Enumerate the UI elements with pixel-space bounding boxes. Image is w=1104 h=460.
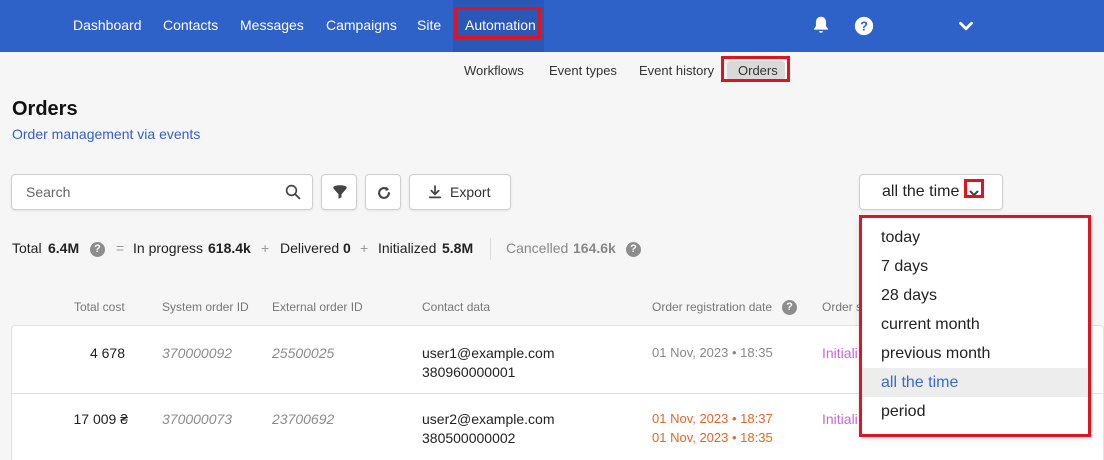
stat-equals: = — [116, 240, 125, 256]
cell-contact-phone: 380960000001 — [422, 364, 516, 380]
cell-contact-email: user1@example.com — [422, 345, 555, 361]
subnav-workflows[interactable]: Workflows — [464, 62, 524, 80]
subnav-event-history[interactable]: Event history — [639, 62, 714, 80]
period-option-current-month[interactable]: current month — [862, 310, 1088, 339]
page-title: Orders — [12, 98, 78, 120]
nav-contacts[interactable]: Contacts — [163, 0, 218, 52]
period-option-previous-month[interactable]: previous month — [862, 339, 1088, 368]
cell-system-order-id: 370000092 — [162, 345, 233, 361]
help-icon[interactable]: ? — [782, 300, 797, 315]
column-header-external-order-id[interactable]: External order ID — [272, 300, 363, 314]
export-label: Export — [450, 184, 491, 200]
period-option-28-days[interactable]: 28 days — [862, 281, 1088, 310]
stat-plus-2: + — [360, 240, 369, 256]
nav-dashboard[interactable]: Dashboard — [73, 0, 142, 52]
help-icon[interactable]: ? — [853, 15, 875, 37]
cell-contact-phone: 380500000002 — [422, 430, 516, 446]
help-icon[interactable]: ? — [626, 242, 641, 257]
stat-cancelled-label: Cancelled — [506, 240, 569, 256]
period-dropdown-menu: today 7 days 28 days current month previ… — [862, 218, 1088, 434]
period-option-all-the-time[interactable]: all the time — [862, 368, 1088, 397]
stat-initialized-value: 5.8M — [442, 240, 474, 256]
cell-order-status: Initiali — [822, 411, 858, 427]
column-header-total-cost[interactable]: Total cost — [74, 300, 125, 314]
top-nav-bar: Dashboard Contacts Messages Campaigns Si… — [0, 0, 1104, 52]
chevron-down-icon[interactable] — [968, 187, 980, 199]
export-button[interactable]: Export — [409, 174, 511, 210]
nav-site[interactable]: Site — [417, 0, 441, 52]
period-option-period[interactable]: period — [862, 397, 1088, 426]
stat-delivered-label: Delivered — [280, 240, 340, 256]
search-box — [11, 174, 313, 210]
refresh-button[interactable] — [365, 174, 401, 210]
cell-external-order-id: 25500025 — [272, 345, 335, 361]
column-header-registration-date[interactable]: Order registration date — [652, 300, 772, 314]
nav-campaigns[interactable]: Campaigns — [326, 0, 397, 52]
download-icon — [428, 185, 442, 199]
page-subtitle: Order management via events — [12, 126, 201, 142]
stat-total-value: 6.4M — [48, 240, 80, 256]
filter-button[interactable] — [321, 174, 357, 210]
cell-external-order-id: 23700692 — [272, 411, 335, 427]
svg-text:?: ? — [860, 19, 868, 34]
refresh-icon — [378, 186, 390, 199]
stat-in-progress-value: 618.4k — [208, 240, 251, 256]
cell-registration-date: 01 Nov, 2023 • 18:35 — [652, 345, 773, 360]
period-select-value: all the time — [882, 183, 960, 200]
column-header-order-status[interactable]: Order s — [822, 300, 862, 314]
cell-contact-email: user2@example.com — [422, 411, 555, 427]
cell-total-cost: 17 009 ₴ — [73, 411, 129, 427]
column-header-system-order-id[interactable]: System order ID — [162, 300, 249, 314]
subnav-orders[interactable]: Orders — [738, 62, 778, 80]
stat-total-label: Total — [12, 240, 42, 256]
search-input[interactable] — [12, 175, 282, 209]
stats-divider — [490, 238, 491, 260]
stat-in-progress-label: In progress — [133, 240, 204, 256]
cell-total-cost: 4 678 — [89, 345, 125, 361]
filter-icon — [333, 185, 347, 199]
cell-order-status: Initiali — [822, 345, 858, 361]
stat-delivered-value: 0 — [343, 240, 351, 256]
chevron-down-icon[interactable] — [955, 15, 977, 37]
stat-cancelled-value: 164.6k — [573, 240, 616, 256]
help-icon[interactable]: ? — [90, 242, 105, 257]
nav-automation[interactable]: Automation — [453, 0, 544, 52]
subnav-event-types[interactable]: Event types — [549, 62, 617, 80]
nav-messages[interactable]: Messages — [240, 0, 304, 52]
search-icon[interactable] — [284, 183, 302, 201]
cell-system-order-id: 370000073 — [162, 411, 233, 427]
period-option-7-days[interactable]: 7 days — [862, 252, 1088, 281]
stat-initialized-label: Initialized — [378, 240, 437, 256]
bell-icon[interactable] — [810, 14, 832, 36]
period-select[interactable]: all the time — [859, 174, 1003, 210]
stat-plus-1: + — [261, 240, 270, 256]
cell-registration-date-secondary: 01 Nov, 2023 • 18:35 — [652, 430, 773, 445]
period-option-today[interactable]: today — [862, 223, 1088, 252]
column-header-contact-data[interactable]: Contact data — [422, 300, 490, 314]
cell-registration-date: 01 Nov, 2023 • 18:37 — [652, 411, 773, 426]
